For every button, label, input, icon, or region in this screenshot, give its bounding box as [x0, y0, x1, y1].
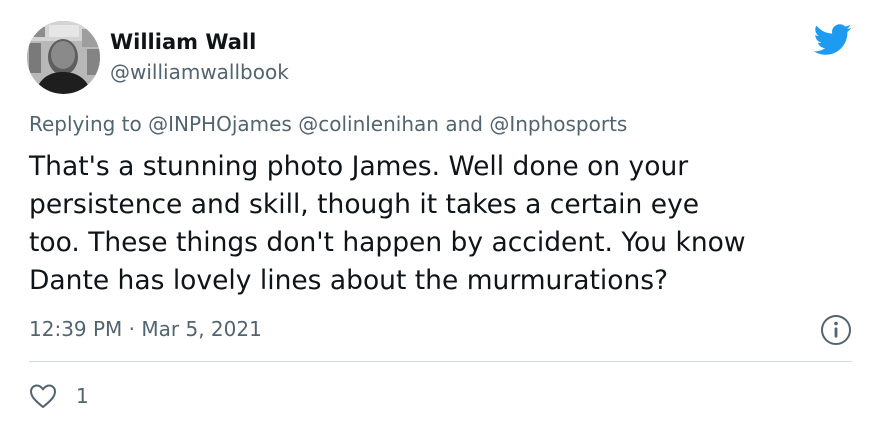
- author-display-name[interactable]: William Wall: [110, 30, 289, 54]
- info-icon[interactable]: [820, 314, 852, 346]
- tweet-time: 12:39 PM: [29, 317, 123, 341]
- tweet-timestamp[interactable]: 12:39 PM · Mar 5, 2021: [29, 316, 262, 342]
- avatar[interactable]: [27, 21, 100, 94]
- mention-link[interactable]: @INPHOjames: [148, 112, 292, 136]
- tweet-text: That's a stunning photo James. Well done…: [29, 151, 746, 296]
- replying-to-line: Replying to @INPHOjames @colinlenihan an…: [29, 111, 627, 137]
- divider: [29, 361, 852, 362]
- author-block: William Wall @williamwallbook: [110, 30, 289, 84]
- mention-link[interactable]: @Inphosports: [489, 112, 627, 136]
- replying-prefix: Replying to: [29, 112, 142, 136]
- twitter-bird-icon[interactable]: [812, 23, 852, 56]
- author-handle[interactable]: @williamwallbook: [110, 60, 289, 84]
- avatar-photo: [27, 21, 100, 94]
- replying-conjunction: and: [445, 112, 483, 136]
- like-count: 1: [76, 384, 89, 408]
- tweet-date: Mar 5, 2021: [141, 317, 262, 341]
- heart-outline-icon[interactable]: [29, 383, 57, 409]
- timestamp-separator: ·: [128, 317, 136, 341]
- tweet-card: William Wall @williamwallbook Replying t…: [0, 0, 880, 429]
- mention-link[interactable]: @colinlenihan: [298, 112, 439, 136]
